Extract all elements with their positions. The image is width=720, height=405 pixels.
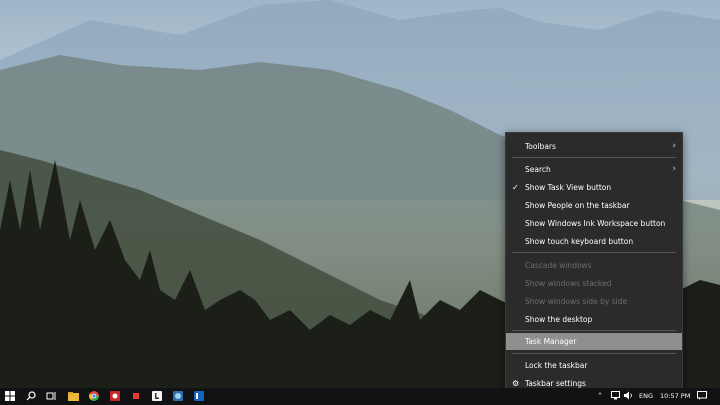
clock[interactable]: 10:57 PM [660, 388, 690, 405]
app-icon[interactable] [109, 390, 121, 402]
menu-item-toolbars[interactable]: Toolbars › [506, 138, 682, 155]
app-icon[interactable] [172, 390, 184, 402]
menu-item-label: Search [525, 165, 551, 174]
app-icon[interactable] [151, 390, 163, 402]
volume-icon[interactable] [624, 391, 633, 403]
chevron-right-icon: › [672, 141, 676, 151]
menu-item-label: Cascade windows [525, 261, 592, 270]
checkmark-icon: ✓ [512, 183, 519, 192]
menu-item-lock-taskbar[interactable]: Lock the taskbar [506, 357, 682, 374]
menu-item-label: Task Manager [525, 337, 577, 346]
menu-item-label: Lock the taskbar [525, 361, 588, 370]
chrome-icon[interactable] [88, 390, 100, 402]
network-icon[interactable] [611, 391, 620, 403]
taskbar-context-menu: Toolbars › Search › ✓ Show Task View but… [505, 132, 683, 392]
menu-item-show-ink-workspace[interactable]: Show Windows Ink Workspace button [506, 215, 682, 232]
file-explorer-icon[interactable] [67, 390, 79, 402]
chevron-up-icon[interactable]: ˄ [598, 391, 602, 402]
menu-item-label: Show Windows Ink Workspace button [525, 219, 666, 228]
windows-start-icon[interactable] [4, 390, 16, 402]
menu-item-label: Show People on the taskbar [525, 201, 630, 210]
menu-item-label: Show touch keyboard button [525, 237, 634, 246]
menu-item-search[interactable]: Search › [506, 161, 682, 178]
menu-separator [512, 252, 676, 253]
menu-item-show-people[interactable]: Show People on the taskbar [506, 197, 682, 214]
menu-item-label: Toolbars [525, 142, 556, 151]
menu-item-label: Taskbar settings [525, 379, 586, 388]
menu-item-show-windows-stacked: Show windows stacked [506, 275, 682, 292]
chevron-right-icon: › [672, 164, 676, 174]
menu-item-label: Show windows side by side [525, 297, 628, 306]
menu-item-show-task-view[interactable]: ✓ Show Task View button [506, 179, 682, 196]
menu-item-show-windows-side-by-side: Show windows side by side [506, 293, 682, 310]
menu-item-show-touch-keyboard[interactable]: Show touch keyboard button [506, 233, 682, 250]
language-indicator[interactable]: ENG [639, 388, 653, 405]
app-icon[interactable] [130, 390, 142, 402]
taskbar[interactable]: ˄ ENG 10:57 PM [0, 388, 720, 405]
menu-item-label: Show windows stacked [525, 279, 612, 288]
menu-separator [512, 157, 676, 158]
menu-item-label: Show Task View button [525, 183, 612, 192]
menu-item-show-desktop[interactable]: Show the desktop [506, 311, 682, 328]
menu-item-cascade-windows: Cascade windows [506, 257, 682, 274]
menu-item-label: Show the desktop [525, 315, 593, 324]
search-icon[interactable] [25, 390, 37, 402]
menu-item-task-manager[interactable]: Task Manager [506, 333, 682, 350]
task-view-icon[interactable] [45, 390, 57, 402]
menu-separator [512, 330, 676, 331]
notification-icon[interactable] [697, 391, 707, 403]
menu-separator [512, 353, 676, 354]
app-icon[interactable] [193, 390, 205, 402]
